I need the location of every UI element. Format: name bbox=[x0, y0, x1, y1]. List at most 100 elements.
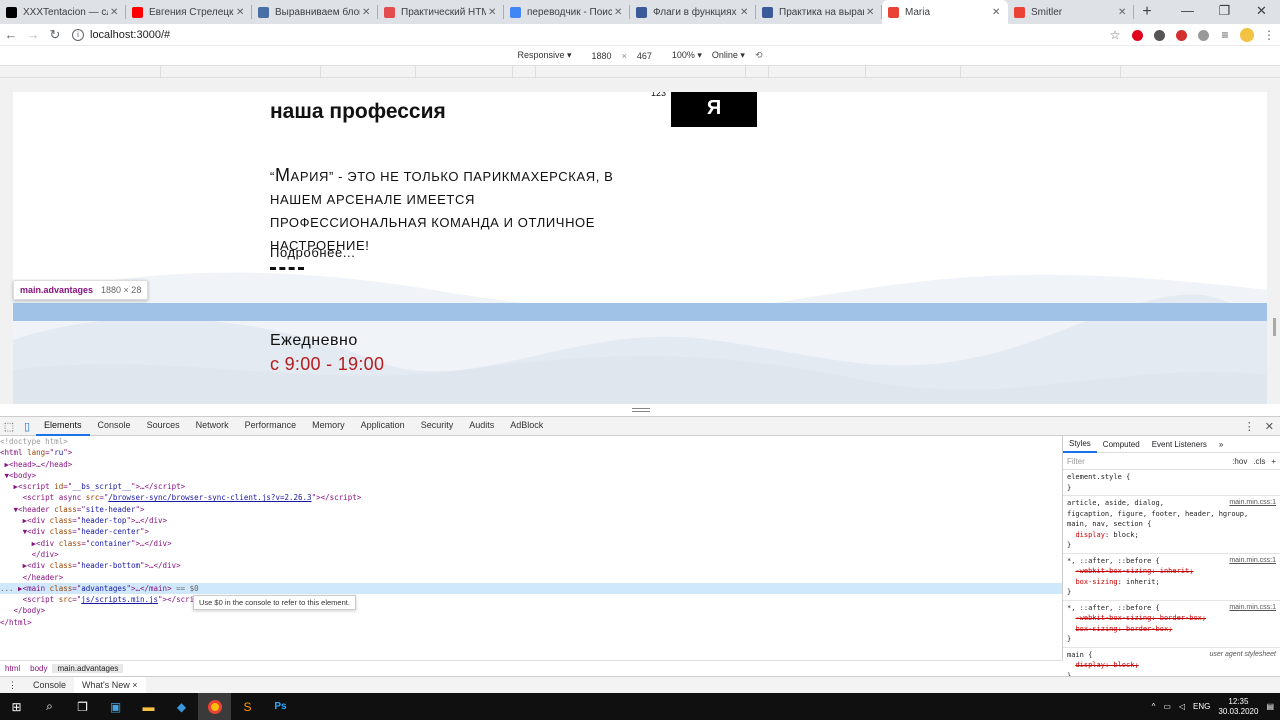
dom-node[interactable]: ▼<div class="header-center"> bbox=[0, 526, 1062, 537]
devtools-tab-console[interactable]: Console bbox=[90, 416, 139, 436]
devtools-tab-audits[interactable]: Audits bbox=[461, 416, 502, 436]
dom-node[interactable]: <script src="js/scripts.min.js"></scri bbox=[0, 594, 1062, 605]
browser-tab[interactable]: Smitler ✕ bbox=[1008, 0, 1134, 24]
media-query-ruler[interactable] bbox=[0, 66, 1280, 78]
dom-node[interactable]: </header> bbox=[0, 572, 1062, 583]
dom-node[interactable]: </html> bbox=[0, 617, 1062, 628]
network-select[interactable]: Online ▾ bbox=[712, 50, 745, 61]
close-window-icon[interactable]: ✕ bbox=[1243, 0, 1280, 24]
style-rule[interactable]: main.min.css:1 *, ::after, ::before { -we… bbox=[1063, 601, 1280, 648]
language-indicator[interactable]: ENG bbox=[1193, 702, 1210, 711]
devtools-tab-security[interactable]: Security bbox=[413, 416, 462, 436]
dom-node[interactable]: ▶<script id="__bs_script__">…</script> bbox=[0, 481, 1062, 492]
photoshop-icon[interactable]: Ps bbox=[264, 693, 297, 720]
tab-close-icon[interactable]: ✕ bbox=[110, 7, 120, 18]
devtools-tab-adblock[interactable]: AdBlock bbox=[502, 416, 551, 436]
start-icon[interactable]: ⊞ bbox=[0, 693, 33, 720]
back-icon[interactable]: ← bbox=[0, 27, 22, 42]
video-icon[interactable] bbox=[1170, 29, 1192, 41]
forward-icon[interactable]: → bbox=[22, 27, 44, 42]
devtools-menu-icon[interactable]: ⋮ bbox=[1244, 420, 1255, 433]
tray-chevron-icon[interactable]: ^ bbox=[1152, 702, 1156, 711]
vscode-icon[interactable]: ◆ bbox=[165, 693, 198, 720]
styles-filter[interactable]: Filter :hov .cls + bbox=[1063, 453, 1280, 470]
browser-tab[interactable]: Практический HTML ✕ bbox=[378, 0, 504, 24]
extension-icon[interactable] bbox=[1148, 29, 1170, 41]
styles-tab[interactable]: Event Listeners bbox=[1146, 440, 1213, 449]
elements-tree[interactable]: <!doctype html> <html lang="ru"> ▶<head>…… bbox=[0, 436, 1063, 660]
devtools-tab-elements[interactable]: Elements bbox=[36, 416, 90, 436]
browser-tab[interactable]: Практика на выравни✕ bbox=[756, 0, 882, 24]
chrome-icon[interactable] bbox=[198, 693, 231, 720]
menu-icon[interactable]: ⋮ bbox=[1258, 28, 1280, 42]
network-icon[interactable]: ▭ bbox=[1163, 702, 1171, 711]
site-logo[interactable]: Я bbox=[671, 92, 757, 127]
tab-close-icon[interactable]: ✕ bbox=[488, 7, 498, 18]
devtools-tab-sources[interactable]: Sources bbox=[139, 416, 188, 436]
tab-close-icon[interactable]: ✕ bbox=[866, 7, 876, 18]
filter-tool-button[interactable]: :hov bbox=[1232, 457, 1247, 466]
drawer-menu-icon[interactable]: ⋮ bbox=[0, 680, 25, 691]
opera-icon[interactable] bbox=[1126, 29, 1148, 41]
search-icon[interactable]: ⌕ bbox=[33, 693, 66, 720]
browser-tab[interactable]: Флаги в функциях Java✕ bbox=[630, 0, 756, 24]
filter-tool-button[interactable]: + bbox=[1271, 457, 1276, 466]
drawer-tab[interactable]: Console bbox=[25, 680, 74, 690]
explorer-icon[interactable]: ▬ bbox=[132, 693, 165, 720]
browser-tab[interactable]: переводчик - Поиск в✕ bbox=[504, 0, 630, 24]
resize-handle[interactable] bbox=[632, 408, 650, 412]
bookmark-star-icon[interactable]: ☆ bbox=[1104, 28, 1126, 42]
address-field[interactable]: i localhost:3000/# bbox=[72, 28, 170, 41]
styles-tab[interactable]: Computed bbox=[1097, 440, 1146, 449]
drawer-tab[interactable]: What's New × bbox=[74, 676, 146, 694]
filter-input[interactable]: Filter bbox=[1067, 457, 1085, 466]
devtools-tab-network[interactable]: Network bbox=[188, 416, 237, 436]
dom-node[interactable]: <html lang="ru"> bbox=[0, 447, 1062, 458]
style-rule[interactable]: main.min.css:1 article, aside, dialog, fig… bbox=[1063, 496, 1280, 554]
notifications-icon[interactable]: ▤ bbox=[1266, 702, 1274, 711]
store-icon[interactable]: ▣ bbox=[99, 693, 132, 720]
dom-node[interactable]: ▼<body> bbox=[0, 470, 1062, 481]
style-rule[interactable]: element.style {} bbox=[1063, 470, 1280, 496]
dom-node[interactable]: <!doctype html> bbox=[0, 436, 1062, 447]
info-icon[interactable]: i bbox=[72, 28, 84, 41]
avatar[interactable] bbox=[1236, 28, 1258, 42]
dom-node[interactable]: <script async src="/browser-sync/browser… bbox=[0, 492, 1062, 503]
device-mode-select[interactable]: Responsive ▾ bbox=[507, 50, 581, 61]
browser-tab[interactable]: Maria ✕ bbox=[882, 0, 1008, 24]
rotate-icon[interactable]: ⟲ bbox=[745, 50, 773, 61]
styles-tab[interactable]: » bbox=[1213, 440, 1229, 449]
devtools-close-icon[interactable]: ✕ bbox=[1265, 420, 1274, 433]
devtools-tab-application[interactable]: Application bbox=[353, 416, 413, 436]
sublime-icon[interactable]: S bbox=[231, 693, 264, 720]
zoom-select[interactable]: 100% ▾ bbox=[662, 50, 712, 61]
viewport-width-input[interactable]: 1880 bbox=[582, 51, 622, 61]
tab-close-icon[interactable]: ✕ bbox=[740, 7, 750, 18]
task-view-icon[interactable]: ❐ bbox=[66, 693, 99, 720]
viewport-scrollbar[interactable] bbox=[1273, 318, 1276, 336]
browser-tab[interactable]: Евгения Стрелецкая -✕ bbox=[126, 0, 252, 24]
tab-close-icon[interactable]: ✕ bbox=[1118, 7, 1128, 18]
volume-icon[interactable]: ◁ bbox=[1179, 702, 1185, 711]
tab-close-icon[interactable]: ✕ bbox=[992, 7, 1002, 18]
dom-node[interactable]: </body> bbox=[0, 605, 1062, 616]
dom-node[interactable]: ▶<div class="header-bottom">…</div> bbox=[0, 560, 1062, 571]
tab-close-icon[interactable]: ✕ bbox=[236, 7, 246, 18]
browser-tab[interactable]: Выравниваем блок по✕ bbox=[252, 0, 378, 24]
breadcrumb-item[interactable]: body bbox=[25, 664, 52, 673]
clock[interactable]: 12:35 30.03.2020 bbox=[1218, 697, 1258, 717]
inspect-icon[interactable]: ⬚ bbox=[0, 420, 18, 433]
dom-node[interactable]: ▼<header class="site-header"> bbox=[0, 504, 1062, 515]
devtools-tab-performance[interactable]: Performance bbox=[237, 416, 305, 436]
more-link[interactable]: Подробнее... bbox=[270, 245, 355, 260]
styles-tab[interactable]: Styles bbox=[1063, 436, 1097, 453]
filter-tool-button[interactable]: .cls bbox=[1253, 457, 1265, 466]
viewport-height-input[interactable]: 467 bbox=[627, 51, 662, 61]
dom-node[interactable]: ... ▶<main class="advantages">…</main> =… bbox=[0, 582, 1062, 595]
breadcrumb-item[interactable]: html bbox=[0, 664, 25, 673]
dom-node[interactable]: ▶<head>…</head> bbox=[0, 459, 1062, 470]
new-tab-icon[interactable]: + bbox=[1134, 0, 1160, 24]
devtools-tab-memory[interactable]: Memory bbox=[304, 416, 353, 436]
playlist-icon[interactable]: ≡ bbox=[1214, 28, 1236, 42]
dom-node[interactable]: </div> bbox=[0, 549, 1062, 560]
